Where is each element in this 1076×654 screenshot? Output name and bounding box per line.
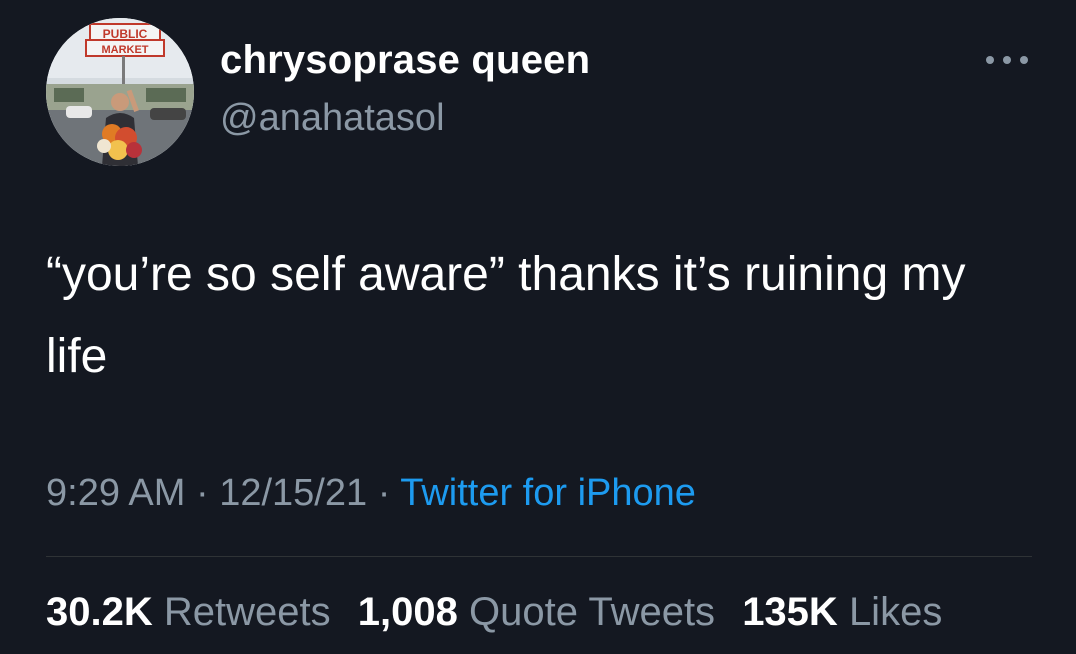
quote-tweets-label: Quote Tweets <box>468 590 716 634</box>
more-horizontal-icon <box>986 56 1028 64</box>
more-button[interactable] <box>982 50 1032 70</box>
retweets-label: Retweets <box>163 590 331 634</box>
meta-separator: · <box>195 472 209 514</box>
svg-text:PUBLIC: PUBLIC <box>103 27 148 41</box>
likes-count: 135K <box>742 590 838 634</box>
tweet-stats: 30.2K Retweets 1,008 Quote Tweets 135K L… <box>46 590 942 635</box>
quote-tweets-count: 1,008 <box>357 590 458 634</box>
author-handle[interactable]: @anahatasol <box>220 97 445 140</box>
meta-separator: · <box>377 472 391 514</box>
svg-text:MARKET: MARKET <box>101 44 148 56</box>
divider <box>46 556 1032 557</box>
likes-label: Likes <box>848 590 943 634</box>
tweet-source-link[interactable]: Twitter for iPhone <box>400 472 696 514</box>
avatar[interactable]: PUBLIC MARKET <box>46 18 194 166</box>
avatar-photo: PUBLIC MARKET <box>46 18 194 166</box>
tweet-meta: 9:29 AM · 12/15/21 · Twitter for iPhone <box>46 472 696 515</box>
likes-stat[interactable]: 135K Likes <box>742 590 942 634</box>
quote-tweets-stat[interactable]: 1,008 Quote Tweets <box>358 590 715 634</box>
tweet-text: “you’re so self aware” thanks it’s ruini… <box>46 248 979 383</box>
tweet-date[interactable]: 12/15/21 <box>219 472 367 514</box>
tweet-time[interactable]: 9:29 AM <box>46 472 185 514</box>
author-display-name[interactable]: chrysoprase queen <box>220 38 590 83</box>
retweets-count: 30.2K <box>46 590 153 634</box>
retweets-stat[interactable]: 30.2K Retweets <box>46 590 331 634</box>
